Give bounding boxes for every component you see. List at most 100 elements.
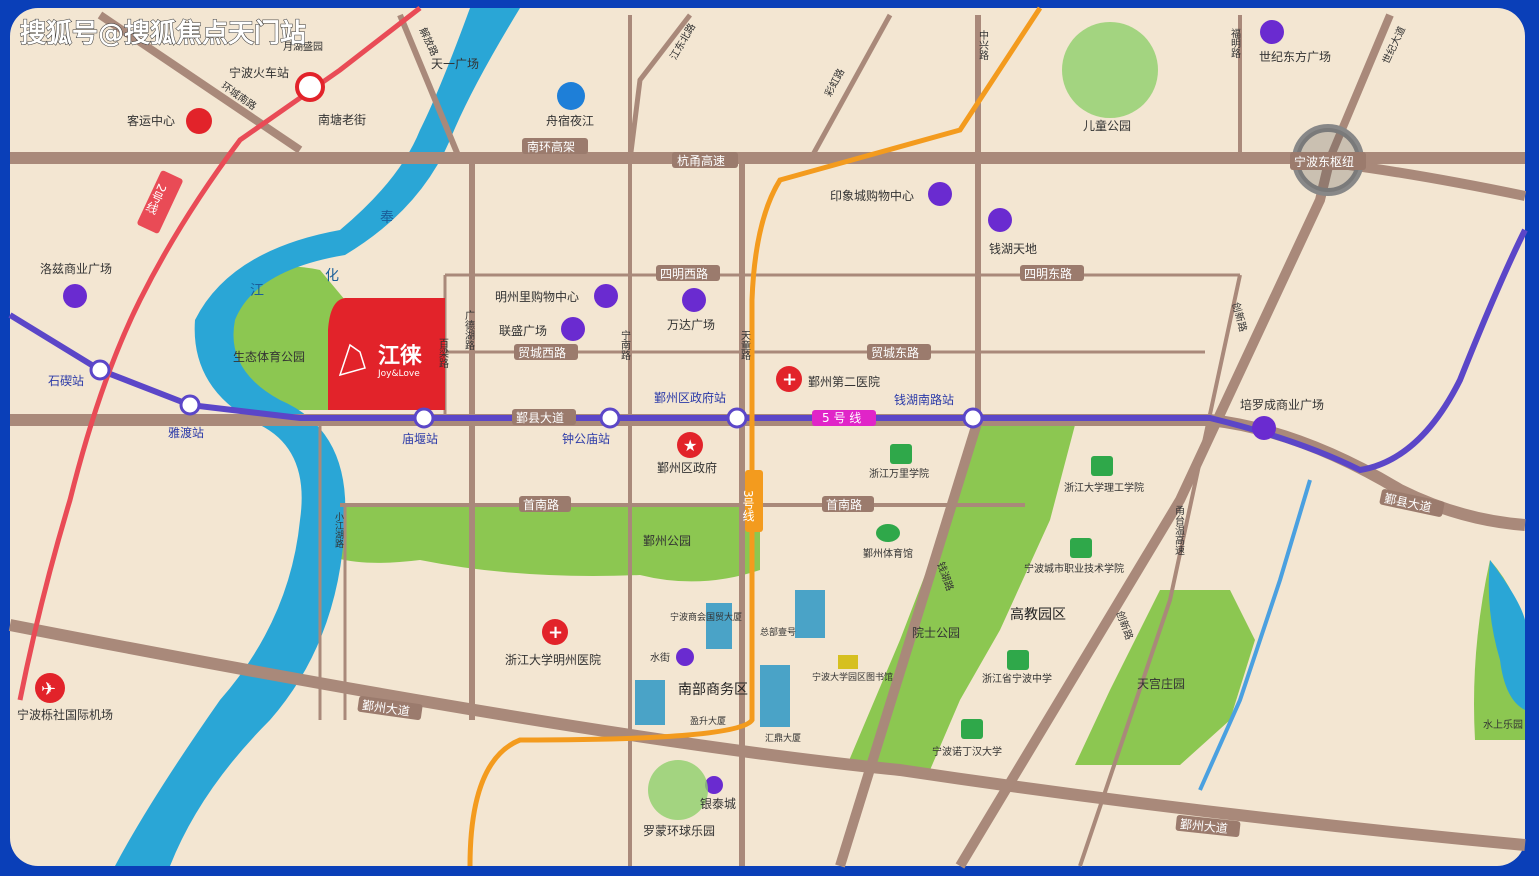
hub-label: 宁波东枢纽 — [1294, 154, 1354, 169]
shopping-bag-icon — [1260, 20, 1284, 44]
poi-shuishang: 水上乐园 — [1483, 719, 1523, 731]
amusement-park-illustration — [648, 760, 708, 820]
road-label-siming-east: 四明东路 — [1024, 266, 1072, 281]
road-label-fuming: 福明路 — [1229, 27, 1241, 59]
poi-yuanshi: 院士公园 — [912, 626, 960, 640]
school-icon — [1007, 650, 1029, 670]
poi-chamber: 宁波商会国贸大厦 — [670, 611, 742, 623]
poi-hq: 总部壹号 — [760, 626, 796, 638]
stadium-icon — [876, 524, 900, 542]
poi-children: 儿童公园 — [1083, 118, 1131, 133]
star-icon: ★ — [683, 436, 697, 455]
children-park-illustration — [1062, 22, 1158, 118]
building-icon — [706, 603, 732, 649]
station-yadu: 雅渡站 — [168, 425, 204, 440]
poi-water-street: 水街 — [650, 651, 670, 664]
bus-icon — [186, 108, 212, 134]
station-gov: 鄞州区政府站 — [654, 390, 726, 405]
poi-shijidongfang: 世纪东方广场 — [1259, 49, 1331, 64]
food-icon — [557, 82, 585, 110]
poi-luozi: 洛兹商业广场 — [40, 261, 112, 276]
school-icon — [890, 444, 912, 464]
library-icon — [838, 655, 858, 669]
road-label-zhongxing: 中兴路 — [977, 29, 989, 61]
poi-hospital2: 鄞州第二医院 — [808, 375, 880, 389]
station-gov-icon — [726, 407, 748, 429]
hospital-cross-icon: + — [548, 622, 563, 643]
poi-tiangong: 天宫庄园 — [1137, 676, 1185, 691]
poi-lianshang: 联盛广场 — [499, 323, 547, 338]
school-icon — [1070, 538, 1092, 558]
poi-train: 宁波火车站 — [229, 65, 289, 80]
shopping-bag-icon — [1252, 416, 1276, 440]
poi-romon: 罗蒙环球乐园 — [643, 824, 715, 838]
poi-airport: 宁波栎社国际机场 — [17, 707, 113, 722]
station-miaoyan: 庙堰站 — [402, 432, 438, 446]
poi-zhouzhai: 舟宿夜江 — [546, 113, 594, 128]
station-qianhu-icon — [962, 407, 984, 429]
shopping-bag-icon — [594, 284, 618, 308]
project-name: 江徕 — [378, 343, 422, 369]
poi-library: 宁波大学园区图书馆 — [812, 671, 893, 683]
road-label-nanhuan: 南环高架 — [527, 139, 575, 154]
poi-qianhu-tiandi: 钱湖天地 — [989, 241, 1037, 256]
road-label-shounan-e: 首南路 — [826, 497, 862, 512]
road-label-maocheng-east: 贸城东路 — [871, 345, 919, 360]
poi-huiding: 汇鼎大厦 — [765, 732, 801, 744]
poi-bus: 客运中心 — [127, 113, 175, 128]
watermark: 搜狐号@搜狐焦点天门站 — [20, 18, 306, 49]
shopping-bag-icon — [561, 317, 585, 341]
poi-yinxiang: 印象城购物中心 — [830, 188, 914, 203]
station-zhonggongmiao-icon — [599, 407, 621, 429]
river-char-1: 奉 — [380, 210, 394, 226]
poi-tianyi: 天一广场 — [431, 57, 479, 71]
poi-wanli: 浙江万里学院 — [869, 467, 929, 480]
road-label-yinxian: 鄞县大道 — [516, 411, 564, 425]
building-icon — [795, 590, 825, 638]
poi-nottingham: 宁波诺丁汉大学 — [932, 745, 1002, 758]
road-label-nantai: 甬台温高速 — [1173, 505, 1185, 555]
building-icon — [635, 680, 665, 725]
poi-mingzhouli: 明州里购物中心 — [495, 289, 579, 304]
poi-eco-park: 生态体育公园 — [233, 349, 305, 364]
road-label-tiantong: 天童路 — [739, 330, 751, 361]
poi-vocational: 宁波城市职业技术学院 — [1024, 562, 1124, 575]
poi-gaojiao: 高教园区 — [1010, 606, 1066, 623]
map-canvas: 江徕 Joy&Love 石碶站 雅渡站 庙堰站 钟公庙站 鄞州区政府站 钱湖南路… — [0, 0, 1539, 876]
road-label-hangyong: 杭甬高速 — [677, 153, 725, 168]
station-zhonggongmiao: 钟公庙站 — [562, 431, 610, 446]
building-icon — [760, 665, 790, 727]
road-label-ningnan: 宁南路 — [619, 329, 631, 361]
road-label-shounan-w: 首南路 — [523, 497, 559, 512]
river-char-2: 化 — [325, 268, 339, 284]
line5-label: 5 号 线 — [822, 411, 861, 425]
poi-wanda: 万达广场 — [667, 318, 715, 332]
station-qianhu: 钱湖南路站 — [894, 392, 954, 407]
train-station-icon — [295, 72, 325, 102]
project-marker[interactable]: 江徕 Joy&Love — [328, 298, 445, 410]
poi-yintai: 银泰城 — [700, 797, 736, 811]
station-yadu-icon — [179, 394, 201, 416]
poi-peiluocheng: 培罗成商业广场 — [1240, 397, 1324, 412]
shopping-bag-icon — [988, 208, 1012, 232]
shopping-bag-icon — [928, 182, 952, 206]
poi-gov: 鄞州区政府 — [657, 460, 717, 475]
project-name-en: Joy&Love — [377, 369, 420, 379]
road-label-siming-west: 四明西路 — [660, 266, 708, 281]
poi-ningbo-middle: 浙江省宁波中学 — [982, 672, 1052, 685]
station-shidian-icon — [89, 359, 111, 381]
school-icon — [961, 719, 983, 739]
poi-yingsheng: 盈升大厦 — [690, 715, 726, 727]
poi-mingzhou-hospital: 浙江大学明州医院 — [505, 652, 601, 667]
line3-label: 3号线 — [741, 490, 755, 522]
road-label-bailiang: 百梁路 — [437, 338, 449, 369]
road-label-xiaojiang: 小江湖路 — [333, 512, 344, 549]
road-label-maocheng-west: 贸城西路 — [518, 345, 566, 360]
poi-cbd: 南部商务区 — [678, 682, 748, 698]
shopping-bag-icon — [682, 288, 706, 312]
poi-ligong: 浙江大学理工学院 — [1064, 481, 1144, 494]
poi-nantang: 南塘老街 — [318, 112, 366, 127]
road-label-guangde: 广德湖路 — [463, 310, 475, 351]
station-miaoyan-icon — [413, 407, 435, 429]
station-shidian: 石碶站 — [48, 374, 84, 388]
